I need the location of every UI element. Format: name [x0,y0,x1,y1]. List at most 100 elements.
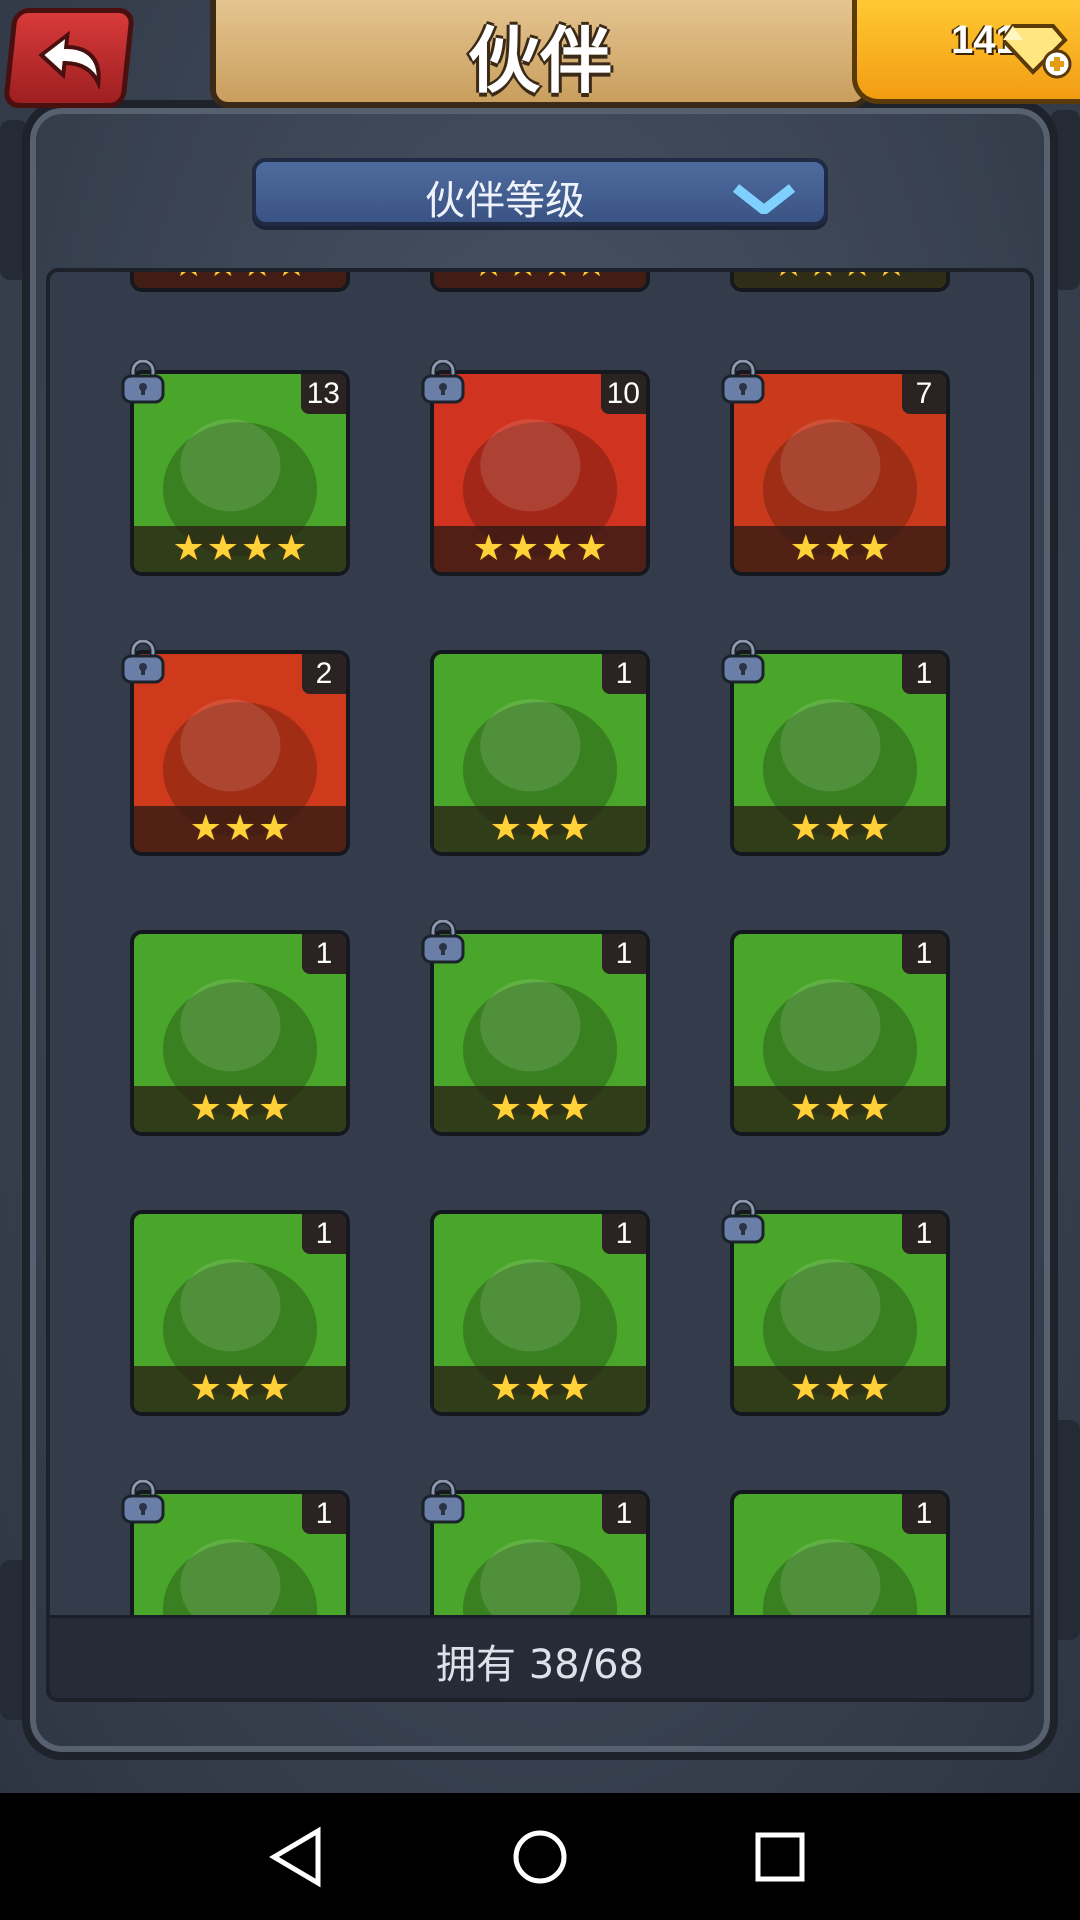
card-count-badge: 1 [602,1494,646,1534]
star-icon: ★ [875,272,907,283]
star-rating: ★★★★ [434,272,646,288]
card-count-badge: 1 [302,1214,346,1254]
card-count-badge: 1 [902,1494,946,1534]
star-icon: ★ [789,528,822,569]
title-banner: 伙伴 [210,0,870,108]
star-icon: ★ [207,272,239,283]
sort-dropdown[interactable]: 伙伴等级 [252,158,828,226]
star-icon: ★ [472,272,504,283]
star-icon: ★ [241,272,273,283]
star-icon: ★ [823,528,857,569]
star-icon: ★ [258,1368,291,1409]
star-icon: ★ [472,528,505,569]
star-icon: ★ [541,528,574,569]
card-count-badge: 1 [602,934,646,974]
card-count-badge: 2 [302,654,346,694]
star-rating: ★★★★ [134,272,346,288]
star-icon: ★ [789,1088,822,1129]
sort-dropdown-label: 伙伴等级 [425,178,585,224]
star-icon: ★ [858,1088,891,1129]
star-icon: ★ [823,808,857,849]
lock-icon [120,1478,166,1524]
star-icon: ★ [189,1368,222,1409]
star-icon: ★ [489,808,522,849]
star-icon: ★ [189,808,222,849]
lock-icon [120,358,166,404]
star-icon: ★ [789,808,822,849]
system-nav-bar [0,1793,1080,1920]
star-icon: ★ [172,272,204,283]
nav-home-icon[interactable] [505,1825,575,1889]
owned-footer: 拥有 38/68 [50,1615,1030,1698]
star-rating: ★ ★ ★ [434,806,646,852]
card-count-badge: 1 [902,654,946,694]
star-rating: ★ ★ ★ [134,806,346,852]
star-icon: ★ [523,1088,557,1129]
lock-icon [120,638,166,684]
card-count-badge: 1 [302,1494,346,1534]
back-button[interactable] [2,8,136,108]
partner-card-orc-2[interactable]: 1★★★ [730,1490,950,1622]
star-rating: ★ ★ ★ [734,1366,946,1412]
nav-back-icon[interactable] [264,1825,334,1889]
star-rating: ★★★★ [134,526,346,572]
partner-list-panel[interactable]: ★★★★★★★★★★★★13★★★★10★★★★7★★★2★★★1★★★1★★★… [46,268,1034,1702]
partner-card-blonde-2[interactable]: 1 ★ ★ ★ [130,1210,350,1416]
card-count-badge: 1 [902,934,946,974]
star-icon: ★ [789,1368,822,1409]
partner-card-partial[interactable]: ★★★★ [430,272,650,292]
star-rating: ★ ★ ★ [434,1366,646,1412]
star-icon: ★ [575,272,607,283]
partner-card-partial[interactable]: ★★★★ [730,272,950,292]
star-icon: ★ [772,272,804,283]
star-icon: ★ [507,272,539,283]
lock-icon [720,358,766,404]
star-rating: ★ ★ ★ [734,806,946,852]
nav-recents-icon[interactable] [745,1825,815,1889]
partner-grid[interactable]: ★★★★★★★★★★★★13★★★★10★★★★7★★★2★★★1★★★1★★★… [50,272,1030,1622]
star-icon: ★ [489,1088,522,1129]
card-count-badge: 13 [300,374,346,414]
star-icon: ★ [541,272,573,283]
lock-icon [720,1198,766,1244]
card-count-badge: 7 [902,374,946,414]
star-icon: ★ [523,1368,557,1409]
partner-card-partial[interactable]: ★★★★ [130,272,350,292]
star-icon: ★ [558,1088,591,1129]
back-arrow-icon [38,31,101,89]
partner-card-blonde-3[interactable]: 1 ★ ★ ★ [430,1210,650,1416]
star-icon: ★ [558,808,591,849]
partner-card-druid-green-1[interactable]: 1 ★ ★ ★ [430,650,650,856]
card-count-badge: 1 [902,1214,946,1254]
star-rating: ★ ★ ★ [134,1366,346,1412]
star-icon: ★ [275,528,308,569]
chevron-down-icon [732,184,796,214]
star-icon: ★ [823,1368,857,1409]
star-rating: ★★★★ [734,272,946,288]
star-icon: ★ [575,528,608,569]
star-icon: ★ [206,528,239,569]
star-icon: ★ [172,528,205,569]
star-icon: ★ [858,528,891,569]
star-icon: ★ [258,1088,291,1129]
card-count-badge: 10 [600,374,646,414]
star-rating: ★ ★ ★ [734,526,946,572]
page-title: 伙伴 [467,19,612,103]
star-icon: ★ [506,528,539,569]
owned-count: 拥有 38/68 [436,1642,644,1688]
star-icon: ★ [858,808,891,849]
gem-counter[interactable]: 141 [852,0,1080,104]
star-icon: ★ [241,528,274,569]
star-rating: ★★★★ [434,526,646,572]
star-icon: ★ [258,808,291,849]
star-icon: ★ [558,1368,591,1409]
partner-card-druid-green-3[interactable]: 1 ★ ★ ★ [130,930,350,1136]
star-icon: ★ [807,272,839,283]
star-rating: ★ ★ ★ [434,1086,646,1132]
star-rating: ★ ★ ★ [734,1086,946,1132]
card-count-badge: 1 [602,1214,646,1254]
lock-icon [720,638,766,684]
star-icon: ★ [858,1368,891,1409]
partner-card-blonde-1[interactable]: 1 ★ ★ ★ [730,930,950,1136]
star-icon: ★ [275,272,307,283]
